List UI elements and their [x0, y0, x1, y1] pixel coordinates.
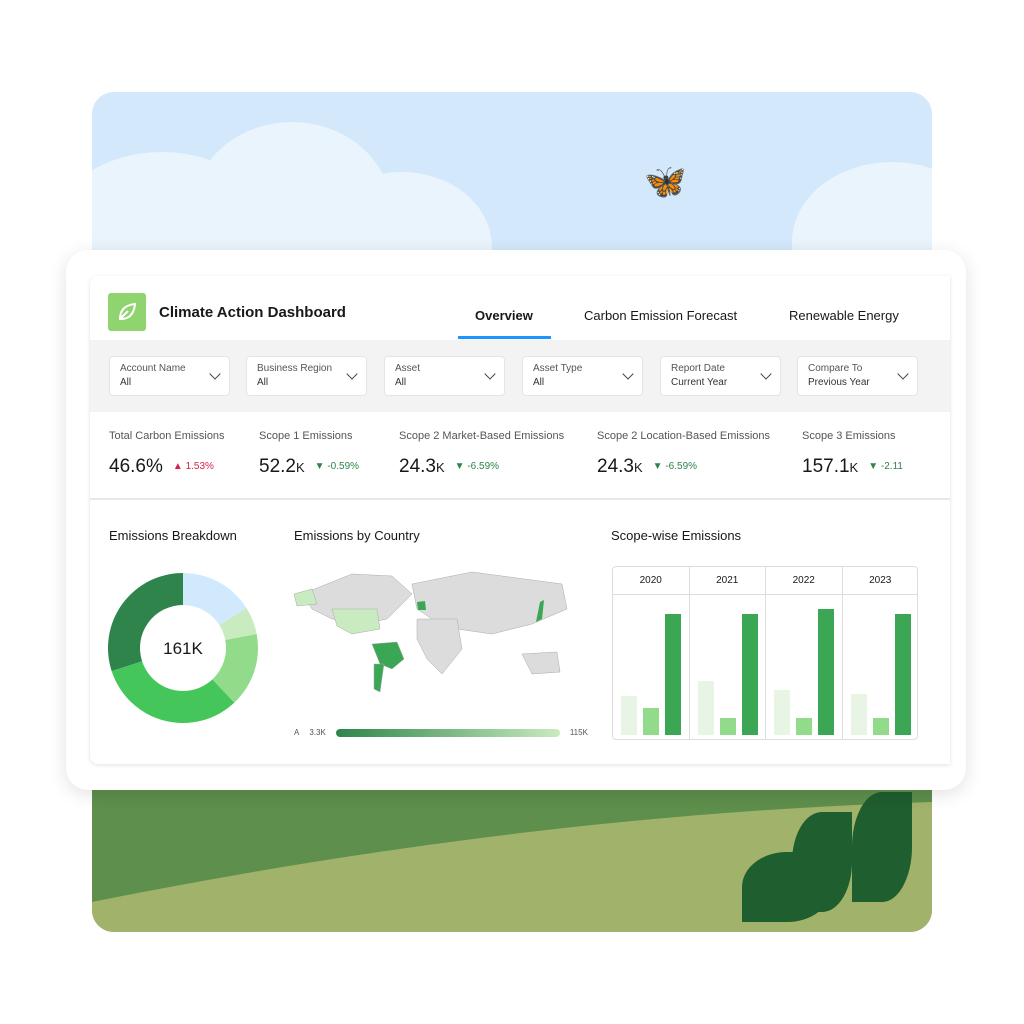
filter-asset[interactable]: Asset All — [384, 356, 505, 396]
emissions-by-country-title: Emissions by Country — [294, 528, 420, 543]
kpi-value: 52.2 — [259, 456, 296, 477]
kpi-delta-value: 1.53% — [185, 461, 214, 472]
kpi-unit: K — [849, 460, 859, 475]
legend-max: 115K — [569, 728, 588, 737]
tab-overview[interactable]: Overview — [475, 308, 533, 323]
filter-label: Asset — [395, 363, 421, 374]
bar[interactable] — [621, 696, 637, 735]
kpi-scope2-location: Scope 2 Location-Based Emissions 24.3K ▼ -… — [597, 430, 770, 478]
bar[interactable] — [741, 614, 758, 735]
filter-label: Business Region — [257, 363, 333, 374]
filter-account-name[interactable]: Account Name All — [109, 356, 230, 396]
filter-value: All — [120, 377, 132, 388]
tab-renewable-energy[interactable]: Renewable Energy — [789, 308, 899, 323]
year-header: 2020 — [613, 567, 690, 595]
kpi-row: Total Carbon Emissions 46.6% ▲ 1.53% Scope… — [90, 412, 950, 500]
filter-label: Compare To — [808, 363, 863, 374]
year-header: 2021 — [689, 567, 766, 595]
legend-min: 3.3K — [309, 728, 326, 737]
filter-business-region[interactable]: Business Region All — [246, 356, 367, 396]
year-column — [613, 595, 690, 739]
kpi-delta-value: -0.59% — [327, 461, 360, 472]
kpi-scope1: Scope 1 Emissions 52.2K ▼ -0.59% — [259, 430, 359, 478]
filter-asset-type[interactable]: Asset Type All — [522, 356, 643, 396]
kpi-value: 24.3 — [597, 456, 634, 477]
kpi-label: Scope 2 Market-Based Emissions — [399, 430, 565, 442]
page-title: Climate Action Dashboard — [159, 304, 346, 321]
kpi-scope3: Scope 3 Emissions 157.1K ▼ -2.11 — [802, 430, 903, 478]
kpi-scope2-market: Scope 2 Market-Based Emissions 24.3K ▼ -6.… — [399, 430, 564, 478]
filter-label: Asset Type — [533, 363, 583, 374]
kpi-label: Scope 2 Location-Based Emissions — [597, 430, 771, 442]
kpi-delta-value: -2.11 — [880, 461, 903, 472]
active-tab-indicator — [458, 336, 551, 339]
filter-report-date[interactable]: Report Date Current Year — [660, 356, 781, 396]
donut-chart: 161K — [107, 573, 258, 723]
header: Climate Action Dashboard Overview Carbon… — [90, 276, 950, 340]
map-region-france[interactable] — [417, 601, 426, 610]
filter-label: Report Date — [671, 363, 725, 374]
year-column — [766, 595, 843, 739]
bar[interactable] — [796, 717, 812, 735]
year-header: 2023 — [842, 567, 917, 595]
kpi-label: Scope 1 Emissions — [259, 430, 353, 442]
scope-bar-chart: 2020 2021 2022 2023 — [612, 566, 918, 740]
map-region-usa[interactable] — [331, 608, 381, 635]
map-region-argentina[interactable] — [373, 663, 385, 693]
year-column — [843, 595, 918, 739]
butterfly-icon: 🦋 — [644, 163, 687, 201]
filter-compare-to[interactable]: Compare To Previous Year — [797, 356, 918, 396]
kpi-label: Scope 3 Emissions — [802, 430, 896, 442]
kpi-delta: ▼ -0.59% — [314, 461, 360, 472]
filter-value: Current Year — [671, 377, 728, 388]
kpi-delta: ▼ -6.59% — [454, 461, 500, 472]
kpi-unit: K — [435, 460, 445, 475]
donut-center-label: 161K — [163, 639, 203, 658]
kpi-label: Total Carbon Emissions — [109, 430, 225, 442]
filter-value: All — [395, 377, 407, 388]
kpi-unit: K — [295, 460, 305, 475]
year-header: 2022 — [766, 567, 843, 595]
kpi-delta-value: -6.59% — [665, 461, 698, 472]
map-legend: A 3.3K 115K — [294, 728, 588, 737]
bar[interactable] — [894, 614, 911, 735]
filter-value: All — [533, 377, 545, 388]
bar[interactable] — [850, 694, 867, 735]
bar[interactable] — [818, 609, 834, 735]
bar[interactable] — [665, 614, 681, 735]
kpi-delta: ▼ -6.59% — [652, 461, 698, 472]
donut-slice[interactable] — [111, 661, 235, 723]
leaf-icon — [108, 293, 146, 331]
bar[interactable] — [719, 717, 736, 735]
year-column — [690, 595, 766, 739]
kpi-delta: ▲ 1.53% — [172, 461, 214, 472]
filter-value: Previous Year — [808, 377, 870, 388]
bar[interactable] — [774, 689, 790, 735]
legend-gradient — [335, 728, 560, 737]
kpi-total-carbon: Total Carbon Emissions 46.6% ▲ 1.53% — [109, 430, 225, 478]
bar[interactable] — [872, 717, 889, 735]
kpi-delta: ▼ -2.11 — [868, 461, 903, 472]
scope-wise-emissions-title: Scope-wise Emissions — [611, 528, 742, 543]
emissions-breakdown-title: Emissions Breakdown — [109, 528, 237, 543]
world-map[interactable] — [292, 564, 582, 694]
legend-prefix: A — [294, 728, 300, 737]
kpi-value: 46.6% — [109, 456, 163, 477]
tab-carbon-emission-forecast[interactable]: Carbon Emission Forecast — [584, 308, 737, 323]
kpi-delta-value: -6.59% — [467, 461, 500, 472]
bar[interactable] — [697, 681, 714, 735]
filter-label: Account Name — [120, 363, 186, 374]
bar[interactable] — [643, 708, 659, 735]
kpi-unit: K — [633, 460, 643, 475]
kpi-value: 157.1 — [802, 456, 850, 477]
filter-value: All — [257, 377, 269, 388]
filter-bar: Account Name All Business Region All Asset… — [90, 340, 950, 412]
dashboard-card: Climate Action Dashboard Overview Carbon… — [90, 276, 950, 764]
kpi-value: 24.3 — [399, 456, 436, 477]
